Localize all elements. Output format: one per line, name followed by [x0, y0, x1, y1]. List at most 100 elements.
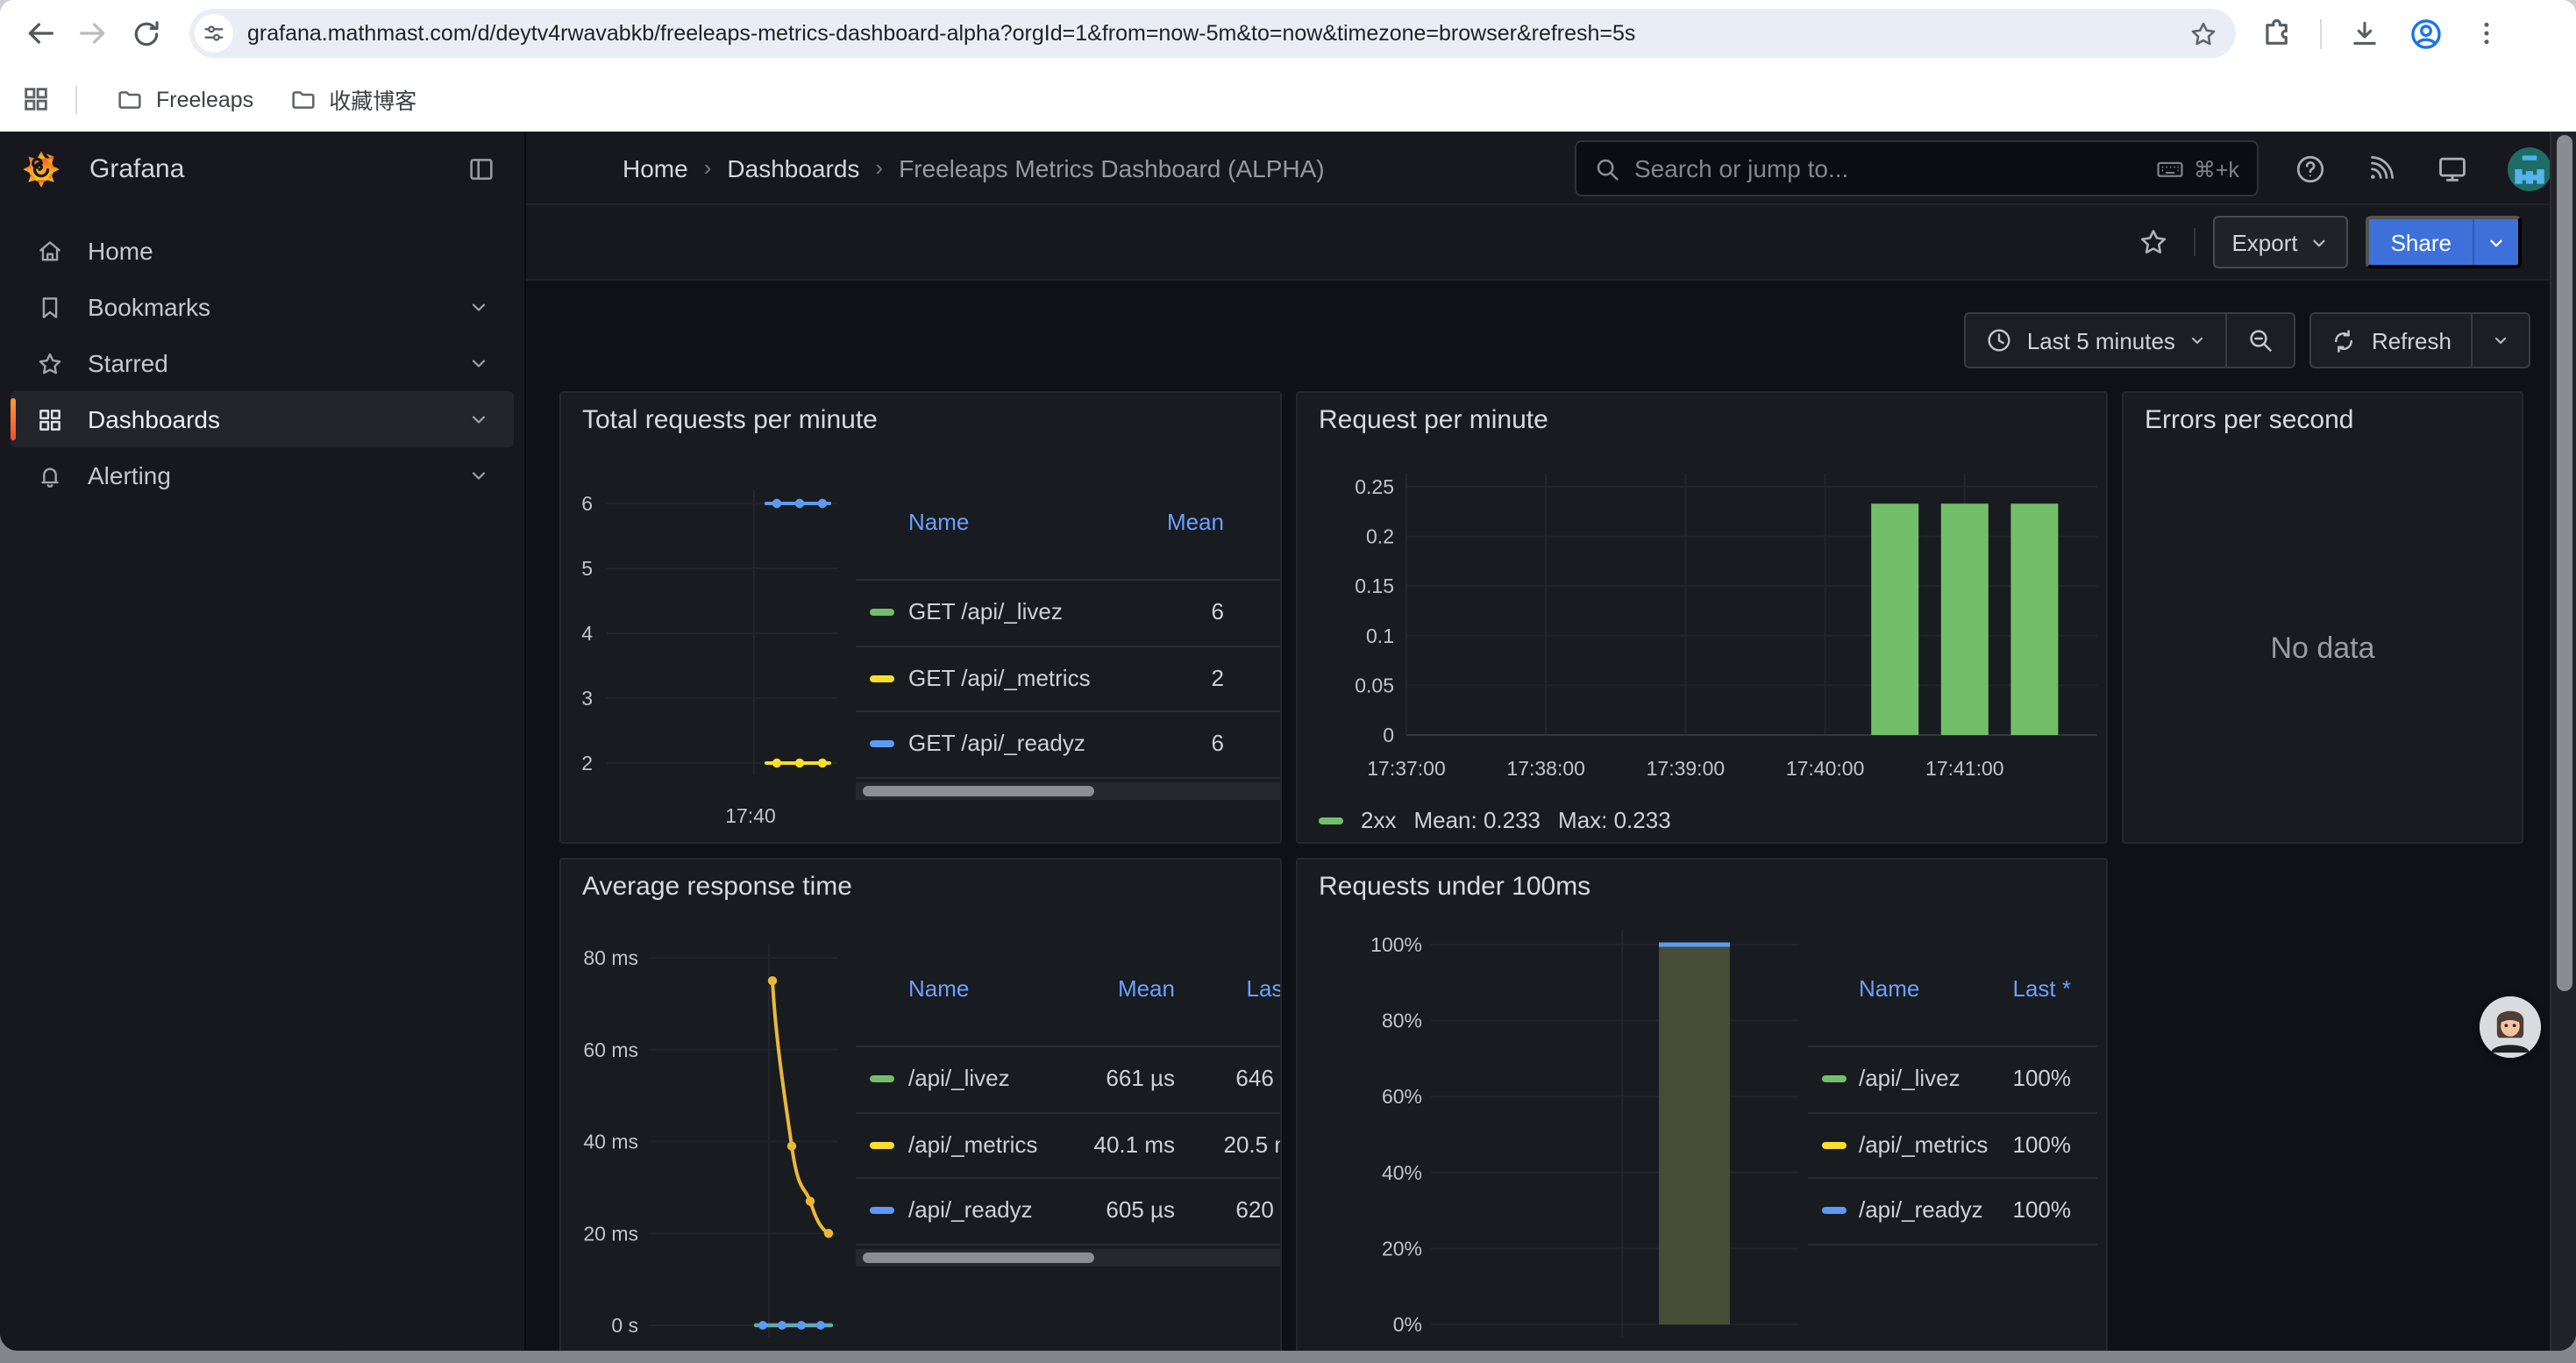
table-separator [856, 710, 1280, 712]
bar-2xx[interactable] [2010, 503, 2058, 735]
share-button[interactable]: Share [2366, 216, 2522, 268]
chevron-down-icon[interactable] [468, 409, 489, 430]
panel-title[interactable]: Average response time [582, 872, 852, 902]
toolbar-divider [2320, 18, 2322, 48]
help-button[interactable] [2294, 152, 2327, 185]
page-scrollbar[interactable] [2550, 132, 2576, 1351]
search-input[interactable] [1634, 154, 2155, 182]
refresh-interval-button[interactable] [2471, 314, 2529, 367]
chart-legend[interactable]: 2xx Mean: 0.233 Max: 0.233 [1319, 807, 1671, 833]
search-shortcut: ⌘+k [2155, 153, 2239, 183]
series-yellow [766, 759, 829, 767]
back-button[interactable] [14, 7, 67, 60]
favorite-dashboard-button[interactable] [2130, 219, 2175, 265]
grafana-header: Home›Dashboards›Freeleaps Metrics Dashbo… [526, 132, 2576, 205]
svg-text:17:40:00: 17:40:00 [1786, 757, 1865, 780]
forward-icon [75, 16, 110, 51]
sidebar-item-starred[interactable]: Starred [11, 335, 514, 391]
request-per-minute-chart[interactable]: 0.250.20.150.10.05017:37:0017:38:0017:39… [1298, 393, 2108, 844]
legend-scrollbar-thumb[interactable] [863, 1252, 1094, 1263]
apps-icon [11, 404, 88, 434]
legend-scrollbar-thumb[interactable] [863, 786, 1094, 796]
scrollbar-thumb[interactable] [2557, 135, 2572, 991]
downloads-button[interactable] [2348, 17, 2381, 50]
legend-row-value[interactable]: 100% [1808, 1195, 2071, 1226]
panel-title[interactable]: Requests under 100ms [1319, 872, 1590, 902]
legend-row-value[interactable]: 6 [856, 728, 1224, 760]
bookmark-item[interactable]: Freeleaps [102, 78, 267, 120]
address-bar[interactable]: grafana.mathmast.com/d/deytv4rwavabkb/fr… [189, 9, 2236, 58]
dashboard-toolbar: Export Share [526, 205, 2576, 281]
share-menu-button[interactable] [2473, 219, 2518, 265]
apps-grid-button[interactable] [21, 84, 51, 114]
panel-title[interactable]: Request per minute [1319, 405, 1548, 435]
panel-title[interactable]: Errors per second [2145, 405, 2353, 435]
breadcrumb-item[interactable]: Dashboards [727, 153, 859, 182]
user-avatar[interactable] [2508, 146, 2551, 190]
svg-text:40%: 40% [1382, 1161, 1422, 1184]
legend-row-value[interactable]: 646 µs [856, 1063, 1282, 1095]
chevron-down-icon [2492, 332, 2509, 349]
legend-row-value[interactable]: 100% [1808, 1129, 2071, 1160]
legend-scrollbar[interactable] [856, 782, 1280, 800]
url-text[interactable]: grafana.mathmast.com/d/deytv4rwavabkb/fr… [247, 21, 2188, 46]
sidebar-item-dashboards[interactable]: Dashboards [11, 391, 514, 447]
forward-button[interactable] [67, 7, 119, 60]
clock-icon [1985, 326, 2013, 354]
bookmark-item[interactable]: 收藏博客 [274, 75, 431, 123]
legend-swatch [1319, 817, 1343, 824]
search-box[interactable]: ⌘+k [1575, 140, 2259, 196]
dock-sidebar-button[interactable] [459, 146, 503, 190]
rss-icon [2366, 153, 2397, 184]
breadcrumb-item[interactable]: Home [623, 153, 688, 182]
breadcrumb-separator: › [704, 154, 712, 181]
home-icon [11, 236, 88, 266]
svg-text:60 ms: 60 ms [583, 1038, 638, 1061]
bar-2xx[interactable] [1941, 503, 1989, 735]
legend-header[interactable]: Last * [856, 974, 1282, 1005]
zoom-out-button[interactable] [2226, 314, 2295, 367]
sidebar-item-alerting[interactable]: Alerting [11, 447, 514, 503]
under-100ms-chart[interactable]: 100%80%60%40%20%0%17:40 [1298, 860, 2108, 1351]
svg-text:17:37:00: 17:37:00 [1367, 757, 1446, 780]
sidebar-item-bookmarks[interactable]: Bookmarks [11, 279, 514, 335]
sidebar-item-label: Bookmarks [88, 293, 468, 321]
bookmark-star-button[interactable] [2188, 18, 2218, 48]
svg-text:80%: 80% [1382, 1010, 1422, 1032]
chevron-down-icon[interactable] [468, 296, 489, 318]
tune-icon [202, 21, 226, 46]
bookmark-label: Freeleaps [156, 87, 253, 111]
sidebar-nav: Home Bookmarks StarredDashboardsAlerting [0, 205, 524, 503]
profile-button[interactable] [2408, 15, 2444, 52]
time-controls: Last 5 minutes [1964, 312, 2530, 368]
browser-menu-button[interactable] [2471, 18, 2502, 49]
kiosk-mode-button[interactable] [2436, 152, 2469, 185]
legend-header[interactable]: Last * [1808, 974, 2071, 1005]
chevron-down-icon[interactable] [468, 353, 489, 374]
time-range-picker[interactable]: Last 5 minutes [1966, 314, 2226, 367]
export-button[interactable]: Export [2212, 216, 2348, 268]
avg-response-time-chart[interactable]: 80 ms60 ms40 ms20 ms0 s17:40 [561, 860, 1282, 1351]
floating-assistant-avatar[interactable] [2480, 996, 2541, 1058]
svg-text:5: 5 [581, 557, 593, 580]
bar-2xx[interactable] [1871, 503, 1918, 735]
keyboard-icon [2155, 153, 2185, 183]
sidebar-header: Grafana [0, 132, 524, 205]
legend-scrollbar[interactable] [856, 1249, 1282, 1267]
extensions-button[interactable] [2260, 17, 2294, 50]
reload-button[interactable] [119, 7, 172, 60]
legend-row-value[interactable]: 100% [1808, 1063, 2071, 1095]
chevron-down-icon [2310, 232, 2330, 252]
legend-row-value[interactable]: 620 µs [856, 1195, 1282, 1226]
legend-header[interactable]: Mean [856, 507, 1224, 539]
panel-title[interactable]: Total requests per minute [582, 405, 878, 435]
legend-row-value[interactable]: 6 [856, 596, 1224, 628]
refresh-button[interactable]: Refresh [2312, 314, 2471, 367]
legend-row-value[interactable]: 20.5 ms [856, 1129, 1282, 1160]
site-info-button[interactable] [195, 14, 233, 53]
legend-row-value[interactable]: 2 [856, 662, 1224, 694]
news-button[interactable] [2366, 153, 2397, 184]
chevron-down-icon[interactable] [468, 465, 489, 486]
time-picker-group: Last 5 minutes [1964, 312, 2296, 368]
sidebar-item-home[interactable]: Home [11, 223, 514, 279]
